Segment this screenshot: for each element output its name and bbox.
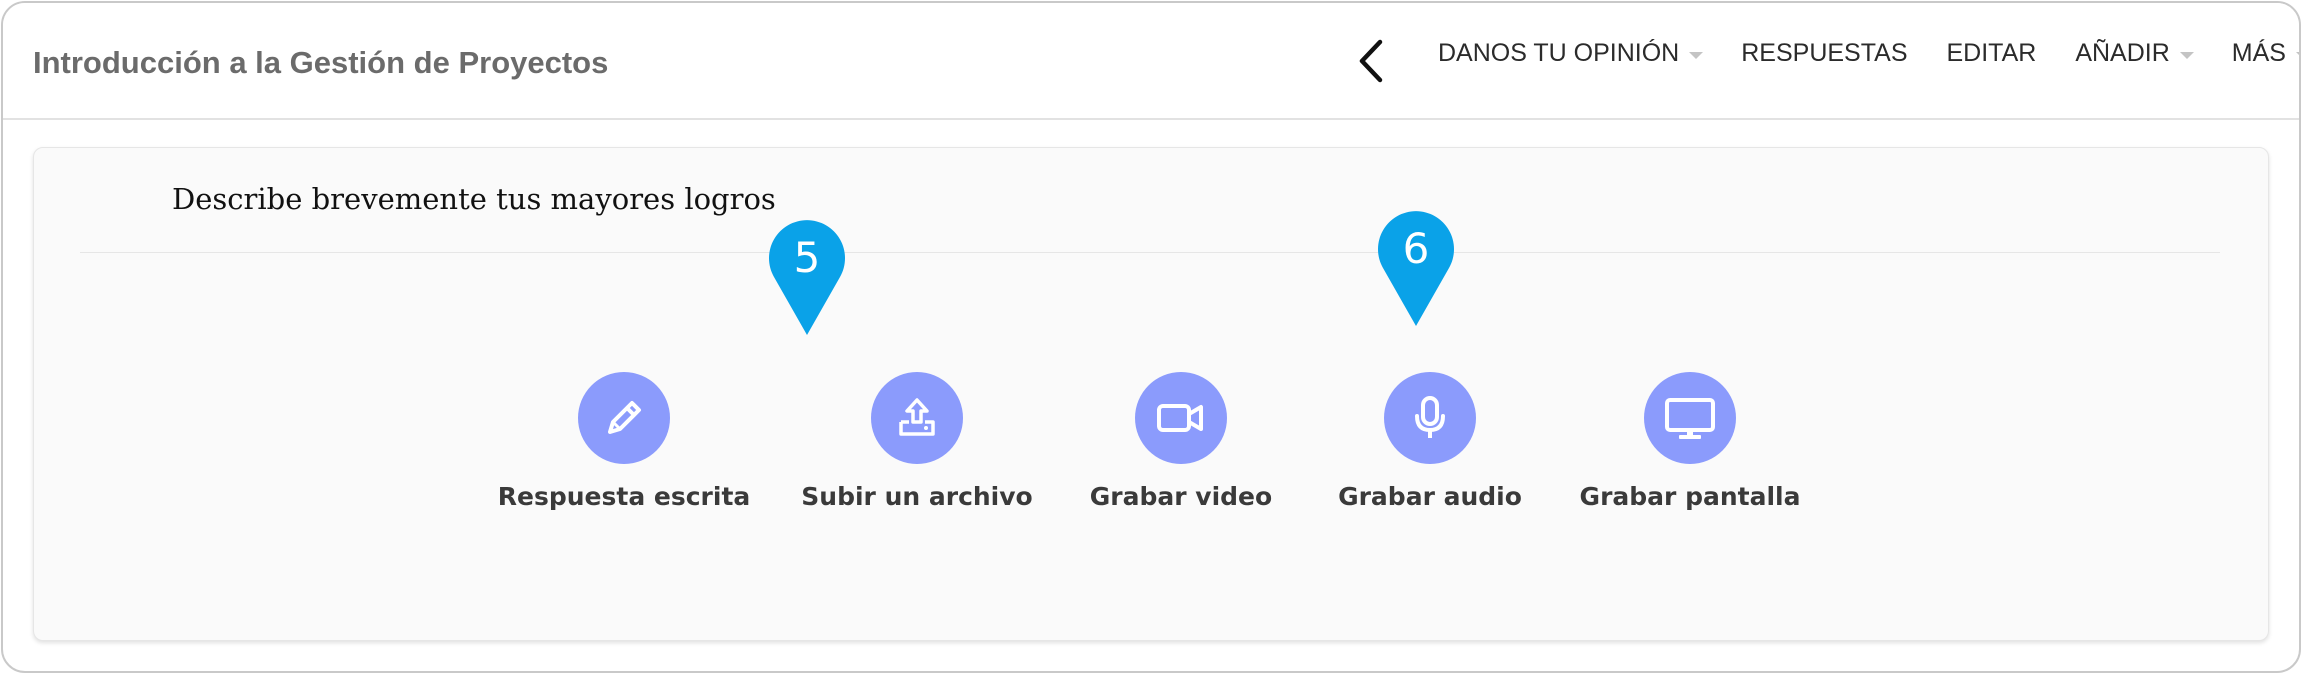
option-label: Grabar video bbox=[1089, 482, 1273, 511]
caret-down-icon bbox=[1689, 51, 1704, 59]
app-window: Introducción a la Gestión de Proyectos D… bbox=[1, 1, 2301, 673]
upload-icon bbox=[899, 398, 935, 436]
question-card: Describe brevemente tus mayores logros R… bbox=[33, 147, 2269, 641]
nav-item-label: DANOS TU OPINIÓN bbox=[1438, 39, 1680, 67]
question-text: Describe brevemente tus mayores logros bbox=[172, 182, 776, 216]
top-nav: DANOS TU OPINIÓN RESPUESTAS EDITAR AÑADI… bbox=[1438, 39, 2299, 68]
nav-item-mas[interactable]: MÁS bbox=[2231, 39, 2299, 68]
option-upload-file[interactable]: Subir un archivo bbox=[801, 372, 1033, 511]
marker-number: 6 bbox=[1402, 224, 1430, 273]
option-circle bbox=[1384, 372, 1476, 464]
nav-item-label: AÑADIR bbox=[2075, 39, 2170, 67]
option-label: Respuesta escrita bbox=[497, 482, 751, 511]
caret-down-icon bbox=[2295, 51, 2299, 59]
option-circle bbox=[1135, 372, 1227, 464]
course-title: Introducción a la Gestión de Proyectos bbox=[33, 45, 609, 80]
divider bbox=[80, 252, 2220, 253]
option-label: Subir un archivo bbox=[801, 482, 1033, 511]
nav-item-anadir[interactable]: AÑADIR bbox=[2075, 39, 2194, 68]
marker-number: 5 bbox=[793, 233, 821, 282]
back-button[interactable] bbox=[1351, 37, 1391, 85]
chevron-left-icon bbox=[1359, 39, 1383, 83]
microphone-icon bbox=[1415, 396, 1445, 438]
monitor-icon bbox=[1665, 398, 1715, 439]
top-bar: Introducción a la Gestión de Proyectos D… bbox=[3, 3, 2299, 120]
option-written-response[interactable]: Respuesta escrita bbox=[498, 372, 750, 511]
option-record-screen[interactable]: Grabar pantalla bbox=[1580, 372, 1800, 511]
option-circle bbox=[871, 372, 963, 464]
option-label: Grabar pantalla bbox=[1579, 482, 1801, 511]
nav-item-respuestas[interactable]: RESPUESTAS bbox=[1741, 39, 1907, 68]
video-camera-icon bbox=[1157, 404, 1203, 432]
option-record-video[interactable]: Grabar video bbox=[1071, 372, 1291, 511]
nav-item-label: RESPUESTAS bbox=[1741, 39, 1908, 67]
caret-down-icon bbox=[2179, 51, 2194, 59]
pencil-icon bbox=[608, 401, 641, 434]
step-marker-6: 6 bbox=[1376, 210, 1456, 328]
option-circle bbox=[1644, 372, 1736, 464]
option-circle bbox=[578, 372, 670, 464]
option-label: Grabar audio bbox=[1338, 482, 1522, 511]
nav-item-danos-tu-opinion[interactable]: DANOS TU OPINIÓN bbox=[1438, 39, 1704, 68]
nav-item-label: MÁS bbox=[2231, 39, 2286, 67]
option-record-audio[interactable]: Grabar audio bbox=[1320, 372, 1540, 511]
nav-item-editar[interactable]: EDITAR bbox=[1947, 39, 2037, 68]
nav-item-label: EDITAR bbox=[1946, 39, 2037, 67]
step-marker-5: 5 bbox=[767, 219, 847, 337]
